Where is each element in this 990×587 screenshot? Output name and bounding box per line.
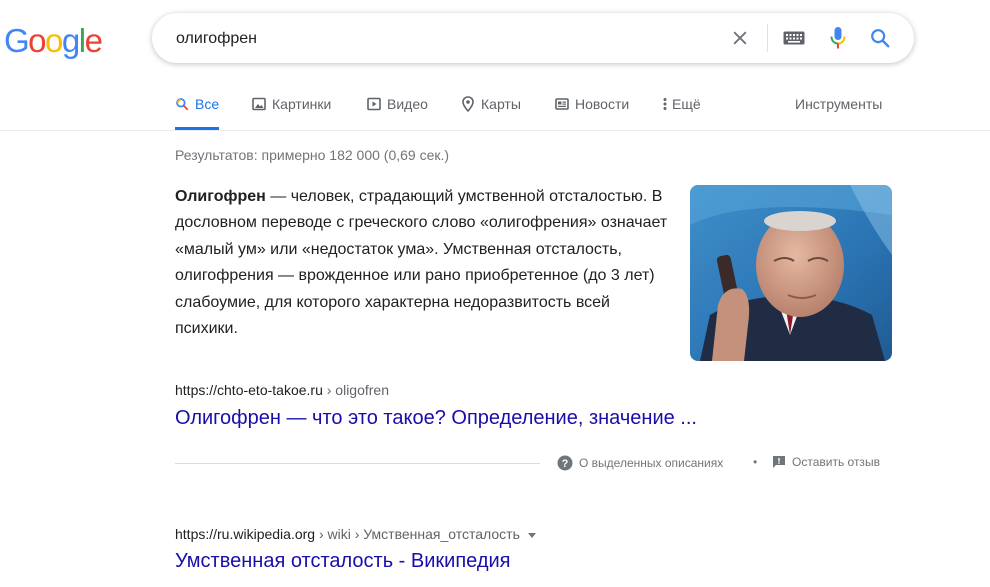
google-logo[interactable]: Google xyxy=(4,22,103,60)
about-featured-snippets-link[interactable]: ? О выделенных описаниях xyxy=(557,455,723,471)
result-path: › wiki › Умственная_отсталость xyxy=(315,526,520,542)
search-tabs: Все Картинки Видео Карты Новости Ещё Инс… xyxy=(0,86,990,131)
tab-images[interactable]: Картинки xyxy=(252,96,331,130)
feedback-separator: • xyxy=(753,455,758,469)
tab-label: Ещё xyxy=(672,96,701,112)
keyboard-icon[interactable] xyxy=(782,26,806,50)
result-path: › oligofren xyxy=(322,382,390,398)
close-icon[interactable] xyxy=(728,26,752,50)
result-domain: https://ru.wikipedia.org xyxy=(175,526,316,542)
map-pin-icon xyxy=(461,96,475,112)
tab-label: Новости xyxy=(575,96,630,112)
help-icon: ? xyxy=(557,455,573,471)
tab-label: Карты xyxy=(481,96,521,112)
result-title-link[interactable]: Олигофрен — что это такое? Определение, … xyxy=(175,407,697,430)
tab-label: Видео xyxy=(387,96,428,112)
svg-text:?: ? xyxy=(562,458,569,470)
news-icon xyxy=(555,96,569,112)
tools-button[interactable]: Инструменты xyxy=(795,96,882,130)
chevron-down-icon[interactable] xyxy=(527,532,536,538)
logo-letter: g xyxy=(61,22,80,59)
more-vert-icon xyxy=(662,96,668,112)
video-icon xyxy=(367,96,381,112)
featured-snippet: Олигофрен — человек, страдающий умственн… xyxy=(175,184,670,342)
featured-image[interactable] xyxy=(690,185,892,361)
feedback-label: Оставить отзыв xyxy=(792,455,880,469)
search-box-divider xyxy=(767,24,768,52)
image-icon xyxy=(252,96,266,112)
results-stats: Результатов: примерно 182 000 (0,69 сек.… xyxy=(175,147,450,163)
search-box xyxy=(152,13,914,63)
logo-letter: G xyxy=(4,22,30,59)
search-input[interactable] xyxy=(174,25,718,53)
search-icon xyxy=(175,96,189,112)
tab-more[interactable]: Ещё xyxy=(662,96,701,130)
logo-letter: e xyxy=(84,22,103,59)
result-domain: https://chto-eto-takoe.ru xyxy=(175,382,323,398)
result-url[interactable]: https://ru.wikipedia.org › wiki › Умстве… xyxy=(175,526,536,542)
snippet-divider xyxy=(175,463,540,464)
tools-label: Инструменты xyxy=(795,96,883,112)
search-icon[interactable] xyxy=(868,26,892,50)
about-label: О выделенных описаниях xyxy=(579,456,724,470)
logo-letter: o xyxy=(45,22,63,59)
tab-label: Картинки xyxy=(272,96,332,112)
logo-letter: o xyxy=(28,22,46,59)
microphone-icon[interactable] xyxy=(826,26,850,50)
tab-maps[interactable]: Карты xyxy=(461,96,521,130)
tab-news[interactable]: Новости xyxy=(555,96,629,130)
result-url[interactable]: https://chto-eto-takoe.ru › oligofren xyxy=(175,382,389,398)
featured-description: — человек, страдающий умственной отстало… xyxy=(175,188,668,338)
tab-all[interactable]: Все xyxy=(175,96,220,130)
tab-video[interactable]: Видео xyxy=(367,96,428,130)
featured-term: Олигофрен xyxy=(175,188,266,205)
feedback-link[interactable]: Оставить отзыв xyxy=(772,455,880,469)
feedback-icon xyxy=(773,456,785,468)
tab-label: Все xyxy=(195,96,220,112)
result-title-link[interactable]: Умственная отсталость - Википедия xyxy=(175,550,511,573)
